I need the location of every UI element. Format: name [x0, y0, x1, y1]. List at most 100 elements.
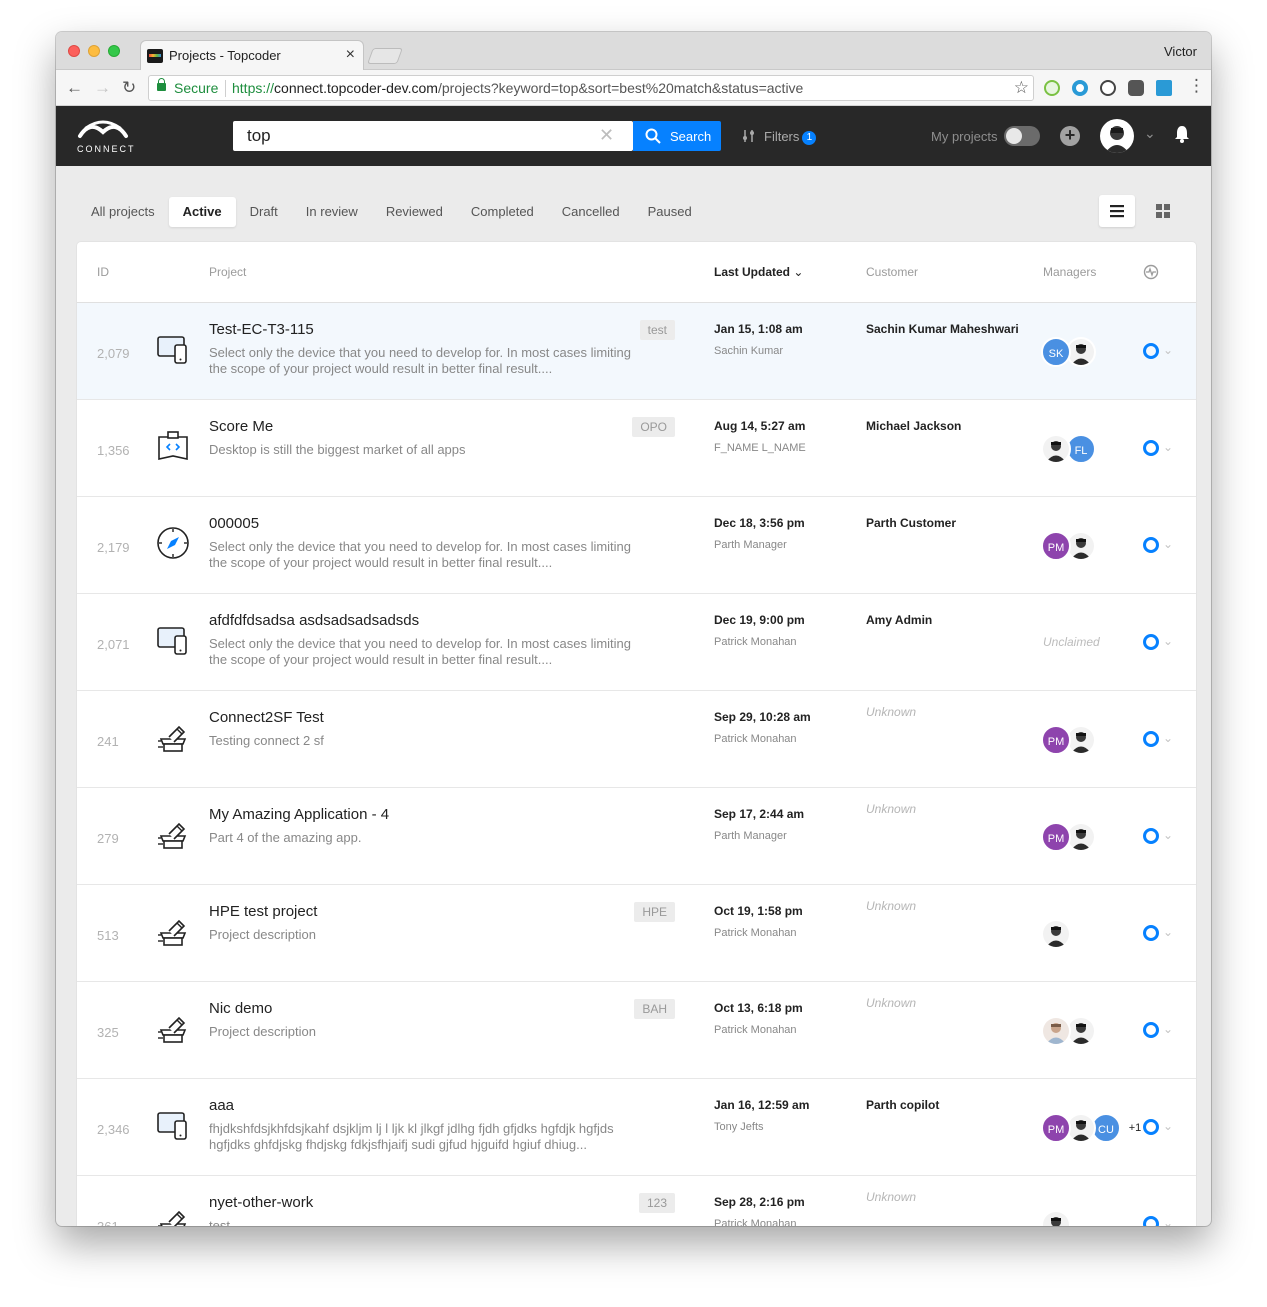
tab-close-icon[interactable]: ×	[346, 46, 355, 64]
chevron-down-icon[interactable]: ⌄	[1163, 537, 1173, 551]
minimize-window-button[interactable]	[88, 45, 100, 57]
table-row[interactable]: 2,079 Test-EC-T3-115 Select only the devic…	[77, 303, 1196, 400]
chevron-down-icon[interactable]: ⌄	[1163, 925, 1173, 939]
chevron-down-icon[interactable]: ⌄	[1144, 125, 1156, 142]
url-text[interactable]: https://connect.topcoder-dev.com/project…	[232, 80, 803, 96]
forward-arrow-icon[interactable]: →	[94, 78, 111, 98]
status-circle-icon[interactable]	[1143, 537, 1159, 553]
manager-avatar[interactable]	[1041, 1016, 1071, 1046]
manager-avatar[interactable]	[1041, 1210, 1071, 1226]
chevron-down-icon[interactable]: ⌄	[1163, 440, 1173, 454]
manager-avatar[interactable]: PM	[1041, 725, 1071, 755]
tab-in-review[interactable]: In review	[292, 197, 372, 227]
column-project[interactable]: Project	[209, 265, 246, 279]
browser-profile-name[interactable]: Victor	[1164, 44, 1197, 59]
status-circle-icon[interactable]	[1143, 440, 1159, 456]
connect-logo-icon[interactable]	[76, 118, 130, 140]
my-projects-toggle[interactable]	[1004, 126, 1040, 146]
chevron-down-icon[interactable]: ⌄	[1163, 1119, 1173, 1133]
updated-by: Sachin Kumar	[714, 345, 784, 357]
search-input[interactable]	[233, 121, 603, 151]
manager-avatar[interactable]: PM	[1041, 1113, 1071, 1143]
chevron-down-icon[interactable]: ⌄	[1163, 828, 1173, 842]
new-tab-button[interactable]	[367, 48, 403, 64]
table-row[interactable]: 241 Connect2SF Test Testing connect 2 sf Se…	[77, 691, 1196, 788]
info-extension-icon[interactable]	[1100, 80, 1116, 96]
project-description: Desktop is still the biggest market of a…	[209, 442, 466, 457]
table-row[interactable]: 1,356 Score Me Desktop is still the bigges…	[77, 400, 1196, 497]
table-row[interactable]: 361 nyet-other-work test 123 Sep 28, 2:16 pm…	[77, 1176, 1196, 1226]
table-row[interactable]: 2,179 000005 Select only the device that y…	[77, 497, 1196, 594]
project-title[interactable]: Nic demo	[209, 1000, 272, 1017]
clear-search-icon[interactable]: ✕	[599, 125, 614, 146]
table-row[interactable]: 279 My Amazing Application - 4 Part 4 of t…	[77, 788, 1196, 885]
close-window-button[interactable]	[68, 45, 80, 57]
manager-avatar[interactable]	[1041, 919, 1071, 949]
screenshot-extension-icon[interactable]	[1156, 80, 1172, 96]
status-circle-icon[interactable]	[1143, 1119, 1159, 1135]
chevron-down-icon[interactable]: ⌄	[1163, 1216, 1173, 1226]
table-row[interactable]: 2,071 afdfdfdsadsa asdsadsadsadsds Select …	[77, 594, 1196, 691]
table-row[interactable]: 325 Nic demo Project description BAH Oct 13,…	[77, 982, 1196, 1079]
tab-cancelled[interactable]: Cancelled	[548, 197, 634, 227]
column-id[interactable]: ID	[97, 265, 109, 279]
project-id: 513	[97, 928, 119, 943]
status-circle-icon[interactable]	[1143, 1216, 1159, 1226]
manager-avatar[interactable]: SK	[1041, 337, 1071, 367]
reload-icon[interactable]: ↻	[122, 78, 136, 98]
tab-draft[interactable]: Draft	[236, 197, 292, 227]
search-button[interactable]: Search	[633, 121, 721, 151]
last-updated-date: Dec 19, 9:00 pm	[714, 613, 805, 627]
status-circle-icon[interactable]	[1143, 731, 1159, 747]
user-avatar[interactable]	[1100, 119, 1134, 153]
grid-view-button[interactable]	[1145, 195, 1181, 227]
column-last-updated[interactable]: Last Updated ⌄	[714, 265, 803, 279]
status-circle-icon[interactable]	[1143, 634, 1159, 650]
bell-icon[interactable]	[1173, 124, 1191, 144]
status-circle-icon[interactable]	[1143, 925, 1159, 941]
tab-active[interactable]: Active	[168, 197, 236, 227]
list-icon	[1110, 205, 1124, 218]
status-circle-icon[interactable]	[1143, 828, 1159, 844]
new-project-plus-icon[interactable]: +	[1060, 126, 1080, 146]
project-title[interactable]: Score Me	[209, 418, 273, 435]
maximize-window-button[interactable]	[108, 45, 120, 57]
browser-tab[interactable]: Projects - Topcoder ×	[140, 40, 364, 70]
project-title[interactable]: Test-EC-T3-115	[209, 321, 314, 338]
column-managers[interactable]: Managers	[1043, 265, 1096, 279]
manager-avatar[interactable]	[1041, 434, 1071, 464]
chevron-down-icon[interactable]: ⌄	[1163, 343, 1173, 357]
back-arrow-icon[interactable]: ←	[66, 78, 83, 98]
status-circle-icon[interactable]	[1143, 343, 1159, 359]
chevron-down-icon[interactable]: ⌄	[1163, 731, 1173, 745]
status-circle-icon[interactable]	[1143, 1022, 1159, 1038]
filters-button[interactable]: Filters 1	[742, 129, 817, 145]
project-title[interactable]: Connect2SF Test	[209, 709, 324, 726]
project-title[interactable]: aaa	[209, 1097, 234, 1114]
bookmark-star-icon[interactable]: ☆	[1014, 78, 1029, 98]
address-bar[interactable]: Secure https://connect.topcoder-dev.com/…	[148, 75, 1034, 101]
project-title[interactable]: HPE test project	[209, 903, 317, 920]
list-view-button[interactable]	[1099, 195, 1135, 227]
manager-avatar[interactable]: PM	[1041, 822, 1071, 852]
shield-extension-icon[interactable]	[1128, 80, 1144, 96]
chevron-down-icon[interactable]: ⌄	[1163, 1022, 1173, 1036]
browser-menu-icon[interactable]: ⋮	[1188, 76, 1205, 96]
extension-icon[interactable]	[1072, 80, 1088, 96]
manager-avatar[interactable]: PM	[1041, 531, 1071, 561]
chevron-down-icon[interactable]: ⌄	[1163, 634, 1173, 648]
project-title[interactable]: 000005	[209, 515, 259, 532]
table-row[interactable]: 2,346 aaa fhjdkshfdsjkhfdsjkahf dsjkljm lj…	[77, 1079, 1196, 1176]
column-customer[interactable]: Customer	[866, 265, 918, 279]
table-row[interactable]: 513 HPE test project Project description HP…	[77, 885, 1196, 982]
project-title[interactable]: nyet-other-work	[209, 1194, 313, 1211]
project-title[interactable]: My Amazing Application - 4	[209, 806, 389, 823]
tab-all-projects[interactable]: All projects	[77, 197, 169, 227]
status-activity-icon[interactable]	[1143, 264, 1159, 280]
updated-by: Tony Jefts	[714, 1121, 764, 1133]
evernote-extension-icon[interactable]	[1044, 80, 1060, 96]
tab-completed[interactable]: Completed	[457, 197, 548, 227]
tab-reviewed[interactable]: Reviewed	[372, 197, 457, 227]
tab-paused[interactable]: Paused	[634, 197, 706, 227]
project-title[interactable]: afdfdfdsadsa asdsadsadsadsds	[209, 612, 419, 629]
